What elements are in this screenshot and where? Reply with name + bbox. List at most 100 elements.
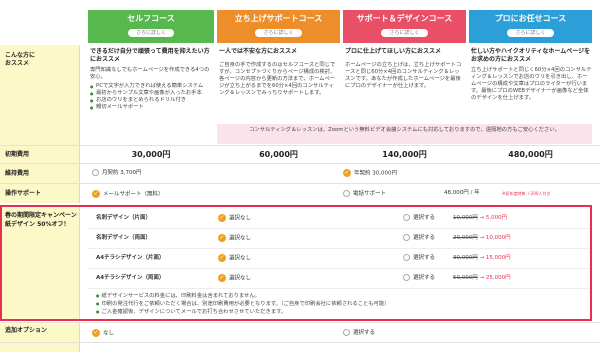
support-phone-label: 電話サポート [353,191,387,197]
campaign-none-label: 選択なし [229,255,252,262]
course-title: サポート＆デザインコース [356,14,453,23]
recommend-heading: 忙しい方やハイクオリティなホームページをお求めの方におススメ [471,48,591,63]
divider [0,145,600,146]
campaign-none-label: 選択なし [229,275,252,282]
campaign-select-option[interactable]: 選択する [403,234,435,242]
course-title: 立ち上げサポートコース [234,14,323,23]
list-item: PCで文字が入力できれば使える簡単システム [90,83,212,90]
radio-unselected-icon[interactable] [343,190,350,197]
campaign-none-label: 選択なし [229,215,252,222]
course-detail-button[interactable]: さらに詳しく [381,29,428,38]
support-phone-price: 48,000円 / 年 [444,190,480,196]
divider [0,322,600,323]
campaign-select-label: 選択する [413,275,436,281]
radio-unselected-icon[interactable] [403,214,410,221]
option-select-label: 選択する [353,330,376,336]
label-maintenance-cost: 維持費用 [5,170,30,177]
campaign-item-name: A4チラシデザイン（片面） [96,255,165,261]
old-price: 10,000円 [453,215,478,221]
recommend-heading: できるだけ自分で頑張って費用を抑えたい方におススメ [90,48,210,63]
arrow-icon: → [479,235,485,241]
price-pro: 480,000円 [508,150,553,159]
campaign-select-label: 選択する [413,235,436,241]
label-initial-cost: 初期費用 [5,151,30,158]
divider [0,163,600,164]
course-header-pro: プロにお任せコース さらに詳しく [469,10,592,43]
radio-unselected-icon[interactable] [343,329,350,336]
plan-comparison-table: セルフコース さらに詳しく 立ち上げサポートコース さらに詳しく サポート＆デザ… [0,0,600,352]
campaign-select-option[interactable]: 選択する [403,214,435,222]
campaign-item-name: A4チラシデザイン（両面） [96,275,165,281]
course-header-self: セルフコース さらに詳しく [88,10,214,43]
checkmark-icon[interactable]: ✓ [218,254,226,262]
new-price: 10,000円 [485,235,511,241]
divider [88,228,590,229]
label-support: 操作サポート [5,190,42,197]
old-price: 50,000円 [453,275,478,281]
radio-unselected-icon[interactable] [403,274,410,281]
arrow-icon: → [479,255,485,261]
campaign-none-option[interactable]: ✓ 選択なし [218,234,251,242]
course-title: プロにお任せコース [494,14,567,23]
recommend-body: 立ち上げサポートと同じく60分×4回のコンサルティング＆レッスンでお店のウリを引… [471,66,592,101]
support-email-option[interactable]: ✓ メールサポート（無料） [92,190,164,198]
checkmark-icon[interactable]: ✓ [218,274,226,282]
new-price: 5,000円 [485,215,508,221]
support-email-label: メールサポート（無料） [103,191,164,198]
course-detail-button[interactable]: さらに詳しく [507,29,554,38]
checkmark-icon[interactable]: ✓ [92,329,100,337]
radio-unselected-icon[interactable] [92,169,99,176]
label-option: 追加オプション [5,327,48,334]
list-item: お店のウリをまとめられるドリル付き [90,97,212,104]
divider [88,288,590,289]
campaign-note: 紙デザインサービスの料金には、印刷料金は含まれておりません。 [96,293,260,300]
checkmark-icon[interactable]: ✓ [343,169,351,177]
campaign-none-option[interactable]: ✓ 選択なし [218,254,251,262]
course-header-launch: 立ち上げサポートコース さらに詳しく [217,10,340,43]
option-select[interactable]: 選択する [343,329,375,337]
recommend-list: PCで文字が入力できれば使える簡単システム 最初からサンプル文章や画像が入ったお… [90,83,212,111]
recommend-body: ご自身の手で作成するのはセルフコースと同じですが、コンセプトづくりからページ構成… [219,61,336,96]
support-phone-option[interactable]: 電話サポート [343,190,386,198]
old-price: 30,000円 [453,255,478,261]
recommend-launch: 一人では不安な方におススメ ご自身の手で作成するのはセルフコースと同じですが、コ… [219,48,338,97]
course-detail-button[interactable]: さらに詳しく [255,29,302,38]
maintenance-monthly-option[interactable]: 月契約 3,700円 [92,169,142,177]
maintenance-yearly-option[interactable]: ✓ 年契約 30,000円 [343,169,397,177]
campaign-price: 30,000円 → 15,000円 [453,255,511,262]
campaign-none-label: 選択なし [229,235,252,242]
old-price: 20,000円 [453,235,478,241]
course-title: セルフコース [127,14,175,23]
campaign-none-option[interactable]: ✓ 選択なし [218,214,251,222]
campaign-none-option[interactable]: ✓ 選択なし [218,274,251,282]
campaign-select-option[interactable]: 選択する [403,254,435,262]
support-phone-note: ※初年度特典（-200人付き [502,191,551,196]
new-price: 25,000円 [485,275,511,281]
checkmark-icon[interactable]: ✓ [218,234,226,242]
campaign-note: ご入金確認後、デザインについてメールでお打ち合わせさせていただきます。 [96,309,287,316]
recommend-heading: 一人では不安な方におススメ [219,48,298,55]
arrow-icon: → [479,275,485,281]
campaign-note: 印刷の発注代行をご依頼いただく場合は、別途印刷費用が必要となります。（ご自身で印… [96,301,390,308]
course-header-design: サポート＆デザインコース さらに詳しく [343,10,466,43]
checkmark-icon[interactable]: ✓ [218,214,226,222]
price-launch: 60,000円 [259,150,298,159]
recommend-design: プロに仕上げてほしい方におススメ ホームページの立ち上げは、立ち上げサポートコー… [345,48,464,90]
divider [88,248,590,249]
list-item: 親切メールサポート [90,104,212,111]
campaign-price: 20,000円 → 10,000円 [453,235,511,242]
radio-unselected-icon[interactable] [403,234,410,241]
campaign-select-label: 選択する [413,215,436,221]
checkmark-icon[interactable]: ✓ [92,190,100,198]
new-price: 15,000円 [485,255,511,261]
recommend-body: 専門知識なしでもホームページを作成できる4つの安心。 [90,66,210,80]
course-detail-button[interactable]: さらに詳しく [127,29,174,38]
zoom-note: コンサルティング＆レッスンは、Zoomという無料ビデオ会議システムにも対応してお… [217,124,592,144]
recommend-self: できるだけ自分で頑張って費用を抑えたい方におススメ 専門知識なしでもホームページ… [90,48,212,111]
campaign-select-option[interactable]: 選択する [403,274,435,282]
radio-unselected-icon[interactable] [403,254,410,261]
divider [0,183,600,184]
maintenance-monthly-label: 月契約 3,700円 [102,170,142,176]
option-none[interactable]: ✓ なし [92,329,114,337]
divider [0,342,600,343]
